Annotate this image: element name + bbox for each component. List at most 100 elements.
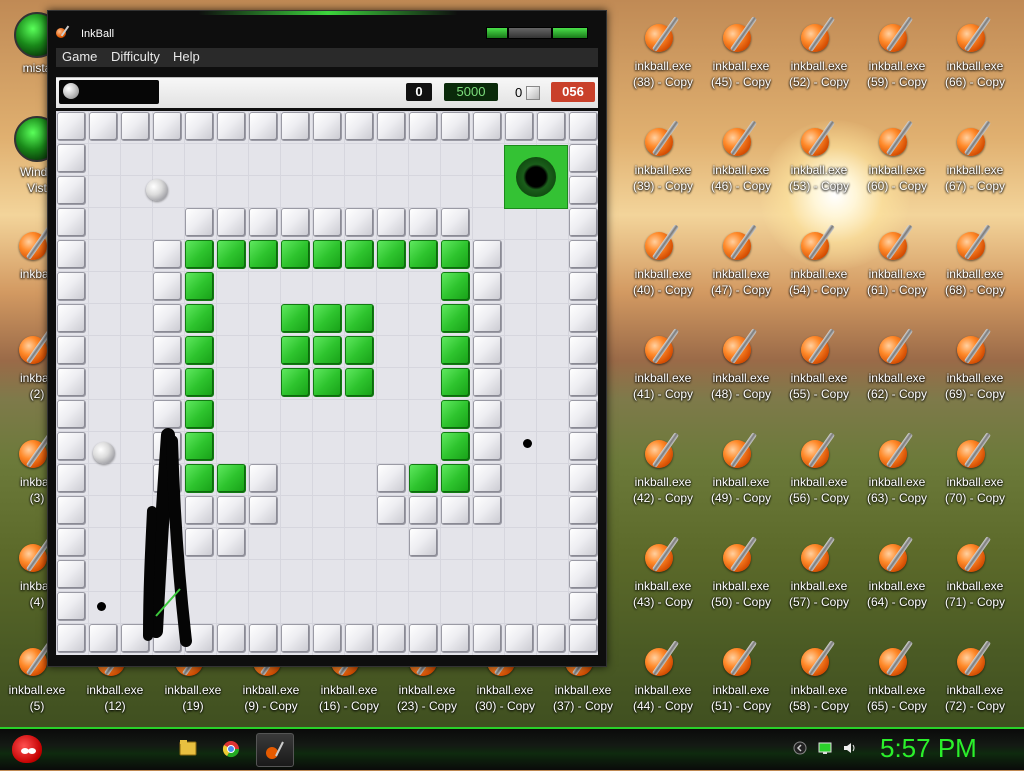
taskbar-chrome[interactable]: [213, 733, 249, 765]
desktop-shortcut-inkball[interactable]: inkball.exe (63) - Copy: [860, 428, 934, 506]
game-board[interactable]: [56, 111, 598, 655]
wall-block: [313, 624, 342, 653]
desktop-icon-label: inkball.exe (64) - Copy: [866, 579, 928, 609]
wall-block: [153, 112, 182, 141]
inkball-shortcut-icon: [641, 116, 685, 160]
desktop-icon-label: inkball.exe (49) - Copy: [710, 475, 772, 505]
wall-block: [89, 112, 118, 141]
wall-block: [57, 272, 86, 301]
desktop-icon-label: inkball.exe (47) - Copy: [710, 267, 772, 297]
menu-game[interactable]: Game: [62, 49, 97, 64]
desktop-icon-label: inkball.exe (30) - Copy: [474, 683, 536, 713]
inkball-window: InkBall Game Difficulty Help 0 5000 0 05…: [47, 10, 607, 667]
wall-block: [217, 112, 246, 141]
desktop-shortcut-inkball[interactable]: inkball.exe (38) - Copy: [626, 12, 700, 90]
desktop-shortcut-inkball[interactable]: inkball.exe (50) - Copy: [704, 532, 778, 610]
desktop-shortcut-inkball[interactable]: inkball.exe (70) - Copy: [938, 428, 1012, 506]
desktop-icon-label: inkball.exe (69) - Copy: [944, 371, 1006, 401]
green-wall-block: [313, 240, 342, 269]
wall-block: [185, 208, 214, 237]
volume-icon[interactable]: [842, 741, 856, 755]
menu-help[interactable]: Help: [173, 49, 200, 64]
inkball-shortcut-icon: [953, 116, 997, 160]
inkball-shortcut-icon: [875, 532, 919, 576]
wall-block: [217, 528, 246, 557]
desktop-icon-label: inkball.exe (58) - Copy: [788, 683, 850, 713]
angry-bird-icon: [12, 735, 42, 763]
green-wall-block: [281, 304, 310, 333]
desktop-shortcut-inkball[interactable]: inkball.exe (42) - Copy: [626, 428, 700, 506]
wall-block: [473, 496, 502, 525]
wall-block: [57, 368, 86, 397]
desktop-icon-label: inkball.exe (44) - Copy: [632, 683, 694, 713]
desktop-icon-label: inkball.exe (63) - Copy: [866, 475, 928, 505]
desktop-icon-label: inkball.exe (65) - Copy: [866, 683, 928, 713]
desktop-shortcut-inkball[interactable]: inkball.exe (72) - Copy: [938, 636, 1012, 714]
folder-icon: [179, 740, 197, 756]
desktop-shortcut-inkball[interactable]: inkball.exe (61) - Copy: [860, 220, 934, 298]
desktop-shortcut-inkball[interactable]: inkball.exe (51) - Copy: [704, 636, 778, 714]
desktop-shortcut-inkball[interactable]: inkball.exe (39) - Copy: [626, 116, 700, 194]
desktop-shortcut-inkball[interactable]: inkball.exe (69) - Copy: [938, 324, 1012, 402]
desktop-icon-label: inkball.exe (19): [164, 683, 222, 713]
inkball-shortcut-icon: [641, 636, 685, 680]
desktop-icon-label: inkball.exe (60) - Copy: [866, 163, 928, 193]
desktop-shortcut-inkball[interactable]: inkball.exe (62) - Copy: [860, 324, 934, 402]
desktop-shortcut-inkball[interactable]: inkball.exe (71) - Copy: [938, 532, 1012, 610]
close-button[interactable]: [552, 27, 588, 39]
desktop-shortcut-inkball[interactable]: inkball.exe (57) - Copy: [782, 532, 856, 610]
wall-block: [153, 464, 182, 493]
title-bar[interactable]: InkBall: [48, 11, 606, 47]
desktop-shortcut-inkball[interactable]: inkball.exe (55) - Copy: [782, 324, 856, 402]
desktop-shortcut-inkball[interactable]: inkball.exe (43) - Copy: [626, 532, 700, 610]
start-button[interactable]: [6, 729, 48, 770]
show-hidden-icons-icon[interactable]: [793, 741, 807, 755]
wall-block: [473, 272, 502, 301]
desktop-shortcut-inkball[interactable]: inkball.exe (67) - Copy: [938, 116, 1012, 194]
desktop-shortcut-inkball[interactable]: inkball.exe (65) - Copy: [860, 636, 934, 714]
wall-block: [57, 240, 86, 269]
desktop-shortcut-inkball[interactable]: inkball.exe (41) - Copy: [626, 324, 700, 402]
desktop-shortcut-inkball[interactable]: inkball.exe (47) - Copy: [704, 220, 778, 298]
desktop-shortcut-inkball[interactable]: inkball.exe (40) - Copy: [626, 220, 700, 298]
desktop-shortcut-inkball[interactable]: inkball.exe (54) - Copy: [782, 220, 856, 298]
desktop-icon-label: inkball.exe (68) - Copy: [944, 267, 1006, 297]
taskbar-clock[interactable]: 5:57 PM: [880, 733, 977, 764]
wall-block: [569, 592, 598, 621]
desktop-shortcut-inkball[interactable]: inkball.exe (44) - Copy: [626, 636, 700, 714]
silver-ball: [93, 442, 115, 464]
inkball-shortcut-icon: [875, 636, 919, 680]
maximize-button[interactable]: [508, 27, 552, 39]
desktop-shortcut-inkball[interactable]: inkball.exe (58) - Copy: [782, 636, 856, 714]
wall-block: [57, 528, 86, 557]
wall-block: [569, 208, 598, 237]
green-wall-block: [409, 464, 438, 493]
desktop-icon-label: inkball.exe (55) - Copy: [788, 371, 850, 401]
desktop-shortcut-inkball[interactable]: inkball.exe (48) - Copy: [704, 324, 778, 402]
desktop-shortcut-inkball[interactable]: inkball.exe (68) - Copy: [938, 220, 1012, 298]
menu-difficulty[interactable]: Difficulty: [111, 49, 160, 64]
desktop-shortcut-inkball[interactable]: inkball.exe (60) - Copy: [860, 116, 934, 194]
taskbar-folder[interactable]: [170, 733, 206, 765]
desktop-shortcut-inkball[interactable]: inkball.exe (64) - Copy: [860, 532, 934, 610]
green-wall-block: [281, 336, 310, 365]
desktop-shortcut-inkball[interactable]: inkball.exe (52) - Copy: [782, 12, 856, 90]
wall-block: [409, 496, 438, 525]
network-icon[interactable]: [818, 741, 832, 755]
desktop-shortcut-inkball[interactable]: inkball.exe (45) - Copy: [704, 12, 778, 90]
desktop-shortcut-inkball[interactable]: inkball.exe (59) - Copy: [860, 12, 934, 90]
taskbar-inkball[interactable]: [256, 733, 294, 767]
desktop-shortcut-inkball[interactable]: inkball.exe (53) - Copy: [782, 116, 856, 194]
desktop-icon-label: inkball.exe (57) - Copy: [788, 579, 850, 609]
wall-block: [153, 304, 182, 333]
green-wall-block: [441, 464, 470, 493]
chrome-icon: [222, 741, 240, 758]
desktop-shortcut-inkball[interactable]: inkball.exe (66) - Copy: [938, 12, 1012, 90]
minimize-button[interactable]: [486, 27, 508, 39]
desktop-shortcut-inkball[interactable]: inkball.exe (46) - Copy: [704, 116, 778, 194]
desktop-shortcut-inkball[interactable]: inkball.exe (56) - Copy: [782, 428, 856, 506]
wall-block: [281, 112, 310, 141]
inkball-shortcut-icon: [797, 324, 841, 368]
desktop-shortcut-inkball[interactable]: inkball.exe (49) - Copy: [704, 428, 778, 506]
wall-block: [185, 624, 214, 653]
